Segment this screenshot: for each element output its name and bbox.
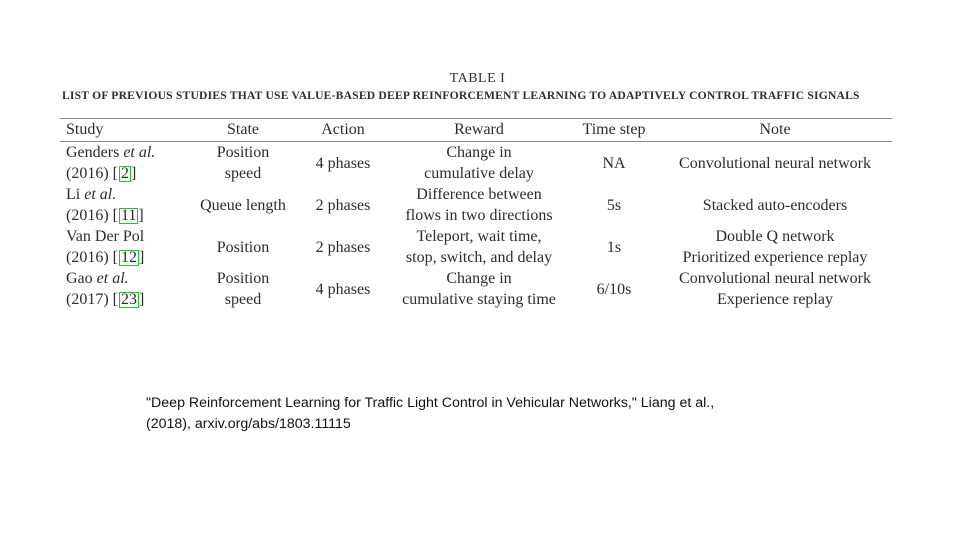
reward-line: cumulative staying time xyxy=(402,291,556,308)
table-row: Genders et al. (2016) [2] Position speed … xyxy=(60,142,892,185)
study-year: (2016) xyxy=(66,165,109,182)
cell-study: Genders et al. (2016) [2] xyxy=(66,144,156,182)
study-author: Genders xyxy=(66,144,120,161)
reference-link[interactable]: 23 xyxy=(118,292,139,308)
cell-note: Convolutional neural network xyxy=(658,142,892,185)
cell-note: Double Q network Prioritized experience r… xyxy=(658,226,892,268)
cell-reward: Change in cumulative staying time xyxy=(388,268,570,310)
note-line: Prioritized experience replay xyxy=(682,249,868,266)
header-state: State xyxy=(227,121,259,138)
study-author: Li xyxy=(66,186,81,203)
state-line: Position xyxy=(216,238,270,256)
note-line: Convolutional neural network xyxy=(679,154,871,172)
state-line: Position xyxy=(216,270,270,287)
cell-action: 2 phases xyxy=(315,238,371,256)
table-row: Van Der Pol (2016) [12] Position 2 phase… xyxy=(60,226,892,268)
note-line: Stacked auto-encoders xyxy=(702,196,848,214)
cell-time-step: NA xyxy=(602,154,626,172)
note-line: Double Q network xyxy=(715,228,835,245)
studies-table: Study State Action Reward Time step Note… xyxy=(60,118,892,310)
cell-action: 4 phases xyxy=(315,154,371,172)
reference-link[interactable]: 11 xyxy=(118,208,139,224)
reward-line: Teleport, wait time, xyxy=(416,228,542,245)
table-row: Li et al. (2016) [11] Queue length 2 pha… xyxy=(60,184,892,226)
study-etal: et al. xyxy=(84,186,117,203)
reward-line: Change in xyxy=(446,144,512,161)
reward-line: Change in xyxy=(446,270,512,287)
note-line: Experience replay xyxy=(717,291,833,308)
citation-line-1: "Deep Reinforcement Learning for Traffic… xyxy=(146,395,715,411)
reward-line: stop, switch, and delay xyxy=(405,249,553,266)
header-action: Action xyxy=(321,121,365,138)
reference-link[interactable]: 2 xyxy=(118,166,131,182)
cell-time-step: 6/10s xyxy=(596,280,632,298)
state-line: speed xyxy=(224,165,262,182)
header-time-step: Time step xyxy=(582,121,646,138)
cell-state: Position xyxy=(188,226,298,268)
study-etal: et al. xyxy=(123,144,156,161)
reward-line: Difference between xyxy=(416,186,542,203)
study-author: Gao xyxy=(66,270,93,287)
cell-note: Convolutional neural network Experience r… xyxy=(658,268,892,310)
citation-line-2: (2018), arxiv.org/abs/1803.11115 xyxy=(146,416,351,432)
study-year: (2016) xyxy=(66,207,109,224)
study-etal: et al. xyxy=(96,270,129,287)
reward-line: cumulative delay xyxy=(424,165,534,182)
cell-time-step: 5s xyxy=(606,196,622,214)
header-study: Study xyxy=(66,121,104,138)
study-year: (2016) xyxy=(66,249,109,266)
table-row: Gao et al. (2017) [23] Position speed 4 p… xyxy=(60,268,892,310)
table-title: LIST OF PREVIOUS STUDIES THAT USE VALUE-… xyxy=(62,89,860,102)
table-label: TABLE I xyxy=(449,71,506,86)
note-line: Convolutional neural network xyxy=(679,270,871,287)
cell-state: Position speed xyxy=(188,268,298,310)
study-year: (2017) xyxy=(66,291,109,308)
state-line: Position xyxy=(216,144,270,161)
cell-reward: Change in cumulative delay xyxy=(388,142,570,185)
cell-reward: Teleport, wait time, stop, switch, and de… xyxy=(388,226,570,268)
study-author: Van Der Pol xyxy=(66,228,145,245)
header-note: Note xyxy=(759,121,791,138)
cell-study: Gao et al. (2017) [23] xyxy=(66,270,145,308)
cell-study: Van Der Pol (2016) [12] xyxy=(66,228,145,266)
table-header-row: Study State Action Reward Time step Note xyxy=(60,118,892,142)
source-citation: "Deep Reinforcement Learning for Traffic… xyxy=(146,393,846,435)
state-line: Queue length xyxy=(200,196,286,214)
cell-study: Li et al. (2016) [11] xyxy=(66,186,144,224)
header-reward: Reward xyxy=(454,121,504,138)
state-line: speed xyxy=(224,291,262,308)
cell-action: 4 phases xyxy=(315,280,371,298)
reward-line: flows in two directions xyxy=(405,207,553,224)
cell-state: Queue length xyxy=(188,184,298,226)
cell-action: 2 phases xyxy=(315,196,371,214)
cell-state: Position speed xyxy=(188,142,298,185)
reference-link[interactable]: 12 xyxy=(118,250,139,266)
cell-note: Stacked auto-encoders xyxy=(658,184,892,226)
cell-reward: Difference between flows in two direction… xyxy=(388,184,570,226)
cell-time-step: 1s xyxy=(606,238,622,256)
